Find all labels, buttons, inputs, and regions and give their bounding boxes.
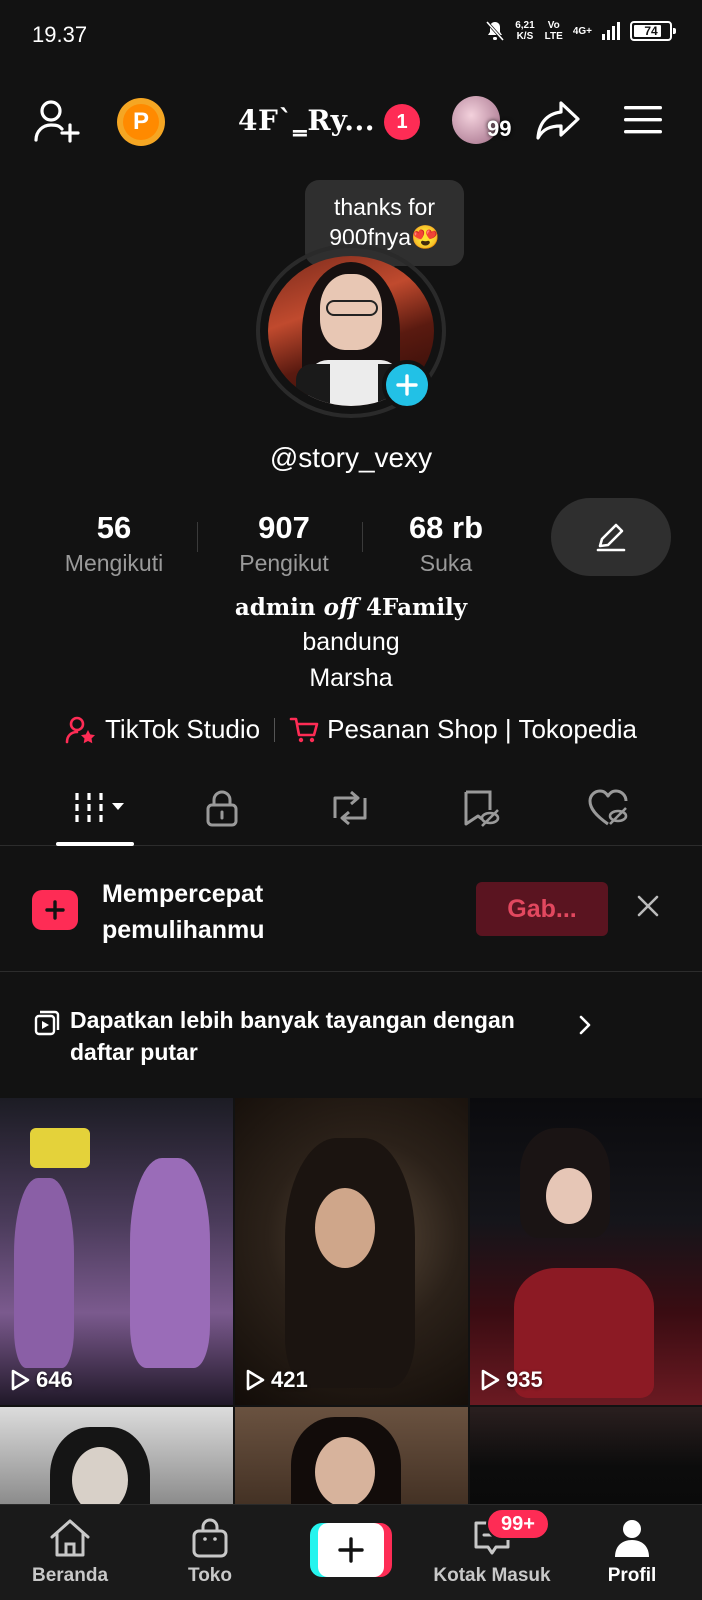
account-switch-badge: 1 bbox=[384, 104, 420, 140]
close-icon bbox=[637, 895, 659, 917]
view-count: 646 bbox=[36, 1367, 73, 1392]
tab-reposts[interactable] bbox=[320, 786, 380, 830]
add-story-button[interactable] bbox=[382, 360, 432, 410]
username: @story_vexy bbox=[269, 442, 433, 473]
divider bbox=[362, 522, 363, 552]
nav-profile[interactable]: Profil bbox=[572, 1517, 692, 1587]
add-friend-icon bbox=[34, 100, 80, 143]
plus-icon bbox=[396, 374, 418, 396]
chevron-right-icon bbox=[579, 1015, 591, 1035]
stat-followers[interactable]: 907 Pengikut bbox=[224, 508, 344, 578]
nav-shop[interactable]: Toko bbox=[150, 1517, 270, 1587]
net-speed: 6,21 K/S bbox=[515, 20, 535, 42]
bottom-nav: Beranda Toko Kotak Masuk Profil bbox=[0, 1504, 702, 1600]
volte-indicator: Vo LTE bbox=[544, 20, 563, 42]
status-time: 19.37 bbox=[32, 22, 88, 47]
stat-following[interactable]: 56 Mengikuti bbox=[54, 508, 174, 578]
status-icons: 6,21 K/S Vo LTE 4G+ 74 bbox=[485, 20, 676, 42]
play-icon bbox=[246, 1369, 265, 1391]
mute-bell-icon bbox=[486, 21, 505, 41]
playlist-icon bbox=[34, 1010, 60, 1036]
tab-favorites[interactable] bbox=[450, 786, 510, 830]
play-icon bbox=[11, 1369, 30, 1391]
inbox-badge: 99+ bbox=[486, 1508, 550, 1540]
battery-icon: 74 bbox=[630, 21, 676, 41]
add-friend-button[interactable] bbox=[32, 98, 82, 144]
divider bbox=[274, 717, 276, 742]
menu-icon bbox=[624, 106, 662, 134]
divider bbox=[197, 522, 198, 552]
menu-button[interactable] bbox=[622, 100, 664, 140]
points-coin-icon[interactable]: P bbox=[117, 98, 165, 146]
tab-liked[interactable] bbox=[578, 786, 638, 830]
profile-header: P 4F`‗Ry... 1 99 bbox=[0, 86, 702, 158]
tab-private[interactable] bbox=[192, 786, 252, 830]
video-tile[interactable]: 421 bbox=[235, 1098, 468, 1405]
private-lock-icon bbox=[206, 790, 238, 827]
cart-icon bbox=[289, 717, 319, 742]
videos-grid-icon bbox=[75, 793, 124, 823]
share-profile-button[interactable] bbox=[534, 98, 582, 142]
edit-profile-button[interactable] bbox=[551, 498, 671, 576]
pencil-icon bbox=[596, 523, 626, 552]
bio-line-3: Marsha bbox=[309, 664, 393, 692]
profile-icon bbox=[615, 1520, 649, 1557]
banner-text: Mempercepat pemulihanmu bbox=[102, 880, 265, 944]
friends-count: 99 bbox=[487, 116, 512, 141]
home-icon bbox=[50, 1519, 90, 1557]
play-icon bbox=[481, 1369, 500, 1391]
repost-icon bbox=[333, 790, 367, 826]
account-name[interactable]: 4F`‗Ry... bbox=[238, 104, 375, 137]
profile-links: TikTok Studio Pesanan Shop | Tokopedia bbox=[0, 714, 702, 745]
video-tile[interactable]: 646 bbox=[0, 1098, 233, 1405]
network-type: 4G+ bbox=[572, 25, 592, 37]
shop-bag-icon bbox=[192, 1518, 228, 1558]
join-button[interactable]: Gab... bbox=[476, 882, 608, 936]
recovery-banner: Mempercepat pemulihanmu Gab... bbox=[0, 846, 702, 972]
playlist-promo[interactable]: Dapatkan lebih banyak tayangan dengan da… bbox=[0, 972, 702, 1098]
stat-likes[interactable]: 68 rb Suka bbox=[386, 508, 506, 578]
view-count: 935 bbox=[506, 1367, 543, 1392]
bio-line-1: admin off 4Family bbox=[234, 594, 468, 621]
shop-orders-link[interactable]: Pesanan Shop | Tokopedia bbox=[289, 714, 637, 745]
favorites-icon bbox=[464, 790, 500, 827]
signal-icon bbox=[602, 22, 620, 40]
playlist-text: Dapatkan lebih banyak tayangan dengan da… bbox=[70, 1007, 515, 1065]
share-icon bbox=[536, 101, 580, 140]
nav-home[interactable]: Beranda bbox=[10, 1517, 130, 1587]
status-bar: 19.37 6,21 K/S Vo LTE 4G+ 74 bbox=[0, 0, 702, 70]
tiktok-studio-link[interactable]: TikTok Studio bbox=[65, 714, 260, 745]
view-count: 421 bbox=[271, 1367, 308, 1392]
liked-icon bbox=[588, 789, 628, 826]
add-account-icon bbox=[32, 890, 78, 930]
create-button[interactable] bbox=[310, 1523, 392, 1577]
video-tile[interactable]: 935 bbox=[470, 1098, 702, 1405]
close-banner-button[interactable] bbox=[632, 890, 664, 922]
plus-icon bbox=[338, 1537, 364, 1563]
profile-tabs bbox=[0, 776, 702, 846]
bio-line-2: bandung bbox=[302, 628, 400, 656]
tab-videos[interactable] bbox=[66, 786, 134, 830]
creator-star-icon bbox=[65, 716, 96, 743]
